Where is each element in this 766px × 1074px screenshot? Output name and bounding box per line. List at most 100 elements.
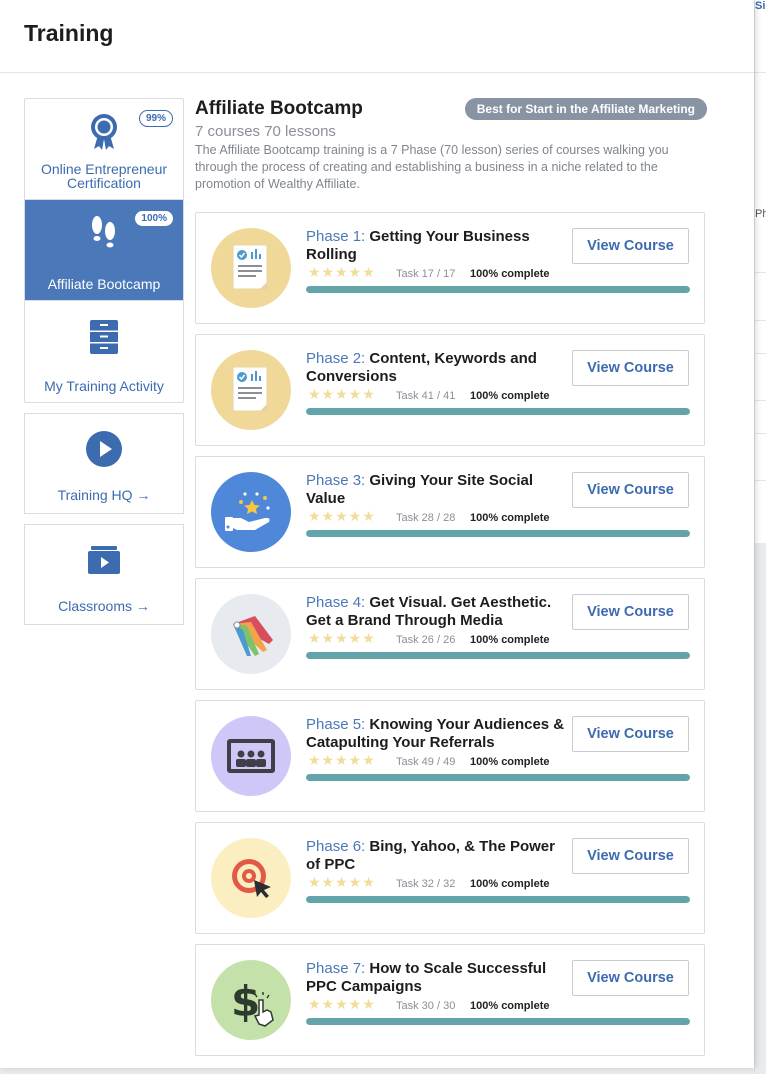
progress-fill <box>306 408 690 415</box>
task-count: Task 49 / 49 <box>396 756 456 768</box>
view-course-button[interactable]: View Course <box>572 472 689 508</box>
completion-text: 100% complete <box>470 268 550 280</box>
play-circle-icon <box>85 430 123 471</box>
completion-text: 100% complete <box>470 878 550 890</box>
sidebar-item-affiliate-bootcamp[interactable]: 100% Affiliate Bootcamp <box>25 200 183 301</box>
training-hq-label: Training HQ → <box>57 487 151 503</box>
progress-bar <box>306 530 690 537</box>
phase-title[interactable]: Phase 6: Bing, Yahoo, & The Power of PPC <box>306 838 571 874</box>
view-course-button[interactable]: View Course <box>572 838 689 874</box>
progress-badge: 99% <box>138 110 173 127</box>
color-swatch-icon <box>211 594 291 674</box>
document-chart-icon <box>211 228 291 308</box>
completion-text: 100% complete <box>470 756 550 768</box>
task-count: Task 17 / 17 <box>396 268 456 280</box>
phase-card: Phase 5: Knowing Your Audiences & Catapu… <box>195 700 705 812</box>
task-count: Task 26 / 26 <box>396 634 456 646</box>
progress-bar <box>306 1018 690 1025</box>
filing-cabinet-icon <box>89 319 119 358</box>
progress-bar <box>306 774 690 781</box>
background-page-strip: Si Ph <box>754 0 766 1074</box>
arrow-right-icon: → <box>135 598 150 614</box>
sidebar-item-label: My Training Activity <box>44 378 164 394</box>
phase-number: Phase 5: <box>306 716 366 733</box>
phase-title[interactable]: Phase 2: Content, Keywords and Conversio… <box>306 350 571 386</box>
progress-bar <box>306 652 690 659</box>
progress-fill <box>306 774 690 781</box>
phase-number: Phase 1: <box>306 228 366 245</box>
phase-card: $ Phase 7: How to Scale Successful PPC Ca… <box>195 944 705 1056</box>
course-description: The Affiliate Bootcamp training is a 7 P… <box>195 143 669 191</box>
phase-title[interactable]: Phase 4: Get Visual. Get Aesthetic. Get … <box>306 594 571 630</box>
training-panel: Training 99% Online Entrepreneur Certifi… <box>0 0 754 1068</box>
task-count: Task 41 / 41 <box>396 390 456 402</box>
course-subtitle: 7 courses 70 lessons <box>195 123 336 140</box>
audience-screen-icon <box>211 716 291 796</box>
certificate-ribbon-icon <box>89 113 119 154</box>
target-cursor-icon <box>211 838 291 918</box>
view-course-button[interactable]: View Course <box>572 716 689 752</box>
sidebar-item-label: Online Entrepreneur Certification <box>40 161 168 191</box>
task-count: Task 32 / 32 <box>396 878 456 890</box>
view-course-button[interactable]: View Course <box>572 350 689 386</box>
completion-text: 100% complete <box>470 512 550 524</box>
classrooms-label: Classrooms → <box>58 598 150 614</box>
phase-card: Phase 6: Bing, Yahoo, & The Power of PPC… <box>195 822 705 934</box>
view-course-button[interactable]: View Course <box>572 960 689 996</box>
phase-number: Phase 4: <box>306 594 366 611</box>
completion-text: 100% complete <box>470 390 550 402</box>
task-count: Task 30 / 30 <box>396 1000 456 1012</box>
rating-stars: ★★★★★ <box>308 752 376 768</box>
progress-fill <box>306 652 690 659</box>
progress-bar <box>306 896 690 903</box>
phase-title[interactable]: Phase 3: Giving Your Site Social Value <box>306 472 571 508</box>
phase-card: Phase 4: Get Visual. Get Aesthetic. Get … <box>195 578 705 690</box>
phase-number: Phase 6: <box>306 838 366 855</box>
phase-title[interactable]: Phase 7: How to Scale Successful PPC Cam… <box>306 960 571 996</box>
progress-fill <box>306 896 690 903</box>
classrooms-link[interactable]: Classrooms → <box>24 524 184 625</box>
progress-badge: 100% <box>135 211 173 226</box>
sidebar-item-training-activity[interactable]: My Training Activity <box>25 301 183 402</box>
rating-stars: ★★★★★ <box>308 874 376 890</box>
background-fragment: Si <box>755 0 766 12</box>
view-course-button[interactable]: View Course <box>572 228 689 264</box>
rating-stars: ★★★★★ <box>308 996 376 1012</box>
dollar-click-icon: $ <box>211 960 291 1040</box>
rating-stars: ★★★★★ <box>308 508 376 524</box>
arrow-right-icon: → <box>136 487 151 503</box>
course-main: Affiliate Bootcamp Best for Start in the… <box>195 98 707 1056</box>
sidebar-item-certification[interactable]: 99% Online Entrepreneur Certification <box>25 99 183 200</box>
sidebar-item-label: Affiliate Bootcamp <box>47 276 161 292</box>
phase-number: Phase 3: <box>306 472 366 489</box>
recommendation-badge: Best for Start in the Affiliate Marketin… <box>464 98 707 120</box>
background-fragment: Ph <box>755 208 766 220</box>
view-course-button[interactable]: View Course <box>572 594 689 630</box>
training-sidebar: 99% Online Entrepreneur Certification 10… <box>24 98 184 625</box>
progress-fill <box>306 530 690 537</box>
hand-stars-icon <box>211 472 291 552</box>
progress-bar <box>306 408 690 415</box>
task-count: Task 28 / 28 <box>396 512 456 524</box>
phase-title[interactable]: Phase 1: Getting Your Business Rolling <box>306 228 571 264</box>
completion-text: 100% complete <box>470 1000 550 1012</box>
panel-header: Training <box>0 0 754 73</box>
progress-fill <box>306 286 690 293</box>
progress-fill <box>306 1018 690 1025</box>
rating-stars: ★★★★★ <box>308 264 376 280</box>
phase-number: Phase 7: <box>306 960 366 977</box>
phase-card: Phase 2: Content, Keywords and Conversio… <box>195 334 705 446</box>
phase-title[interactable]: Phase 5: Knowing Your Audiences & Catapu… <box>306 716 571 752</box>
phase-card: Phase 1: Getting Your Business Rolling ★★… <box>195 212 705 324</box>
video-folder-icon <box>87 545 121 578</box>
panel-title: Training <box>24 20 114 46</box>
training-hq-link[interactable]: Training HQ → <box>24 413 184 514</box>
progress-bar <box>306 286 690 293</box>
phase-number: Phase 2: <box>306 350 366 367</box>
phase-card: Phase 3: Giving Your Site Social Value ★★… <box>195 456 705 568</box>
rating-stars: ★★★★★ <box>308 386 376 402</box>
sidebar-course-list: 99% Online Entrepreneur Certification 10… <box>24 98 184 403</box>
document-chart-icon <box>211 350 291 430</box>
footprints-icon <box>89 214 119 255</box>
completion-text: 100% complete <box>470 634 550 646</box>
